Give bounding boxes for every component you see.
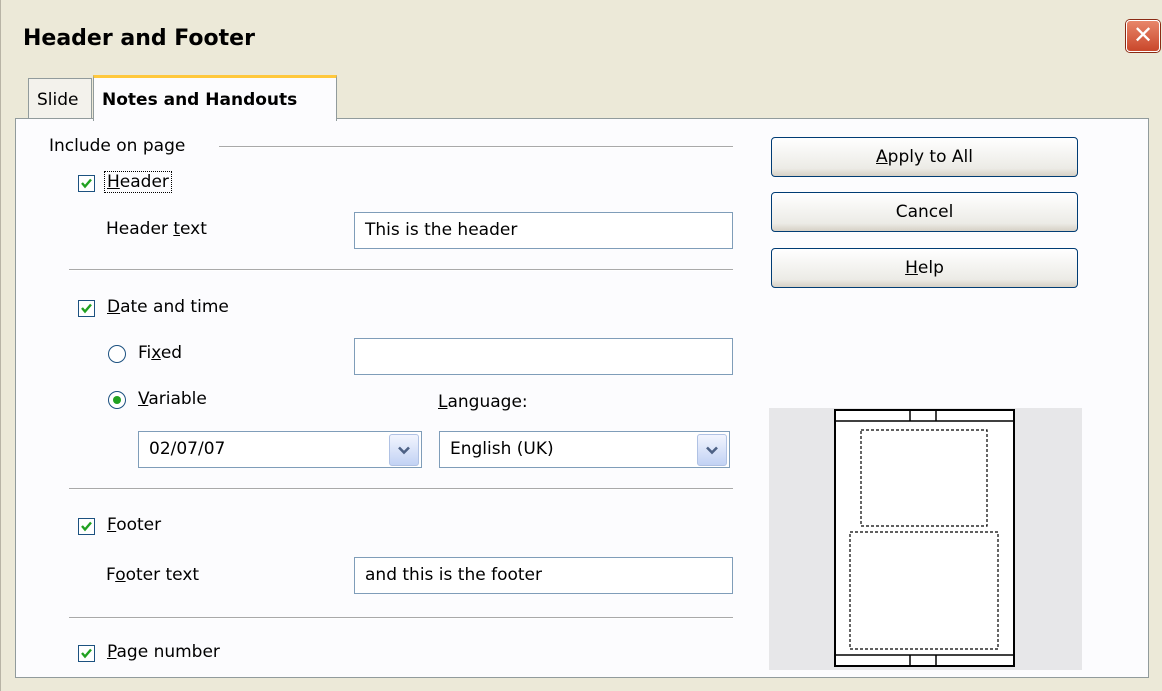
footer-text-label: Footer text xyxy=(106,565,200,585)
window-title: Header and Footer xyxy=(23,26,255,51)
language-dropdown-button[interactable] xyxy=(697,434,727,466)
check-icon xyxy=(81,303,92,314)
layout-preview xyxy=(769,408,1082,670)
header-text-label: Header text xyxy=(106,219,207,239)
datetime-checkbox-label[interactable]: Date and time xyxy=(107,297,229,317)
include-on-page-label: Include on page xyxy=(49,136,186,156)
date-format-select[interactable]: 02/07/07 xyxy=(138,431,422,468)
page-number-checkbox[interactable] xyxy=(78,645,95,662)
footer-text-input[interactable]: and this is the footer xyxy=(354,557,733,594)
fixed-radio-label[interactable]: Fixed xyxy=(138,343,182,363)
footer-checkbox[interactable] xyxy=(78,518,95,535)
page-number-checkbox-label[interactable]: Page number xyxy=(107,642,220,662)
variable-radio-label[interactable]: Variable xyxy=(138,389,207,409)
help-button[interactable]: Help xyxy=(771,248,1078,288)
fixed-date-input[interactable] xyxy=(354,338,733,375)
header-checkbox[interactable] xyxy=(78,175,95,192)
language-label: Language: xyxy=(438,392,528,412)
separator-footer xyxy=(69,617,733,619)
tab-slide-label: Slide xyxy=(37,90,79,110)
datetime-checkbox[interactable] xyxy=(78,300,95,317)
tab-slide[interactable]: Slide xyxy=(28,78,92,118)
variable-radio[interactable] xyxy=(108,391,126,409)
group-separator xyxy=(219,146,733,148)
check-icon xyxy=(81,648,92,659)
header-footer-dialog: Header and Footer ✕ Slide Notes and Hand… xyxy=(0,0,1162,691)
check-icon xyxy=(81,178,92,189)
apply-to-all-button[interactable]: Apply to All xyxy=(771,137,1078,177)
footer-checkbox-label[interactable]: Footer xyxy=(107,515,161,535)
language-value: English (UK) xyxy=(450,439,554,459)
tab-notes-label: Notes and Handouts xyxy=(102,90,298,110)
date-format-value: 02/07/07 xyxy=(149,439,226,459)
chevron-down-icon xyxy=(398,446,410,455)
title-bar: Header and Footer ✕ xyxy=(1,0,1162,84)
header-checkbox-label[interactable]: Header xyxy=(104,171,172,193)
close-icon: ✕ xyxy=(1132,21,1154,49)
notes-page-preview-image xyxy=(834,409,1015,667)
header-text-input[interactable]: This is the header xyxy=(354,212,733,249)
separator-datetime xyxy=(69,488,733,490)
separator-header xyxy=(69,269,733,271)
language-select[interactable]: English (UK) xyxy=(439,431,730,468)
cancel-button[interactable]: Cancel xyxy=(771,192,1078,232)
check-icon xyxy=(81,521,92,532)
tab-notes-and-handouts[interactable]: Notes and Handouts xyxy=(93,75,337,121)
fixed-radio[interactable] xyxy=(108,345,126,363)
date-format-dropdown-button[interactable] xyxy=(389,434,419,466)
close-button[interactable]: ✕ xyxy=(1126,20,1160,52)
chevron-down-icon xyxy=(706,446,718,455)
